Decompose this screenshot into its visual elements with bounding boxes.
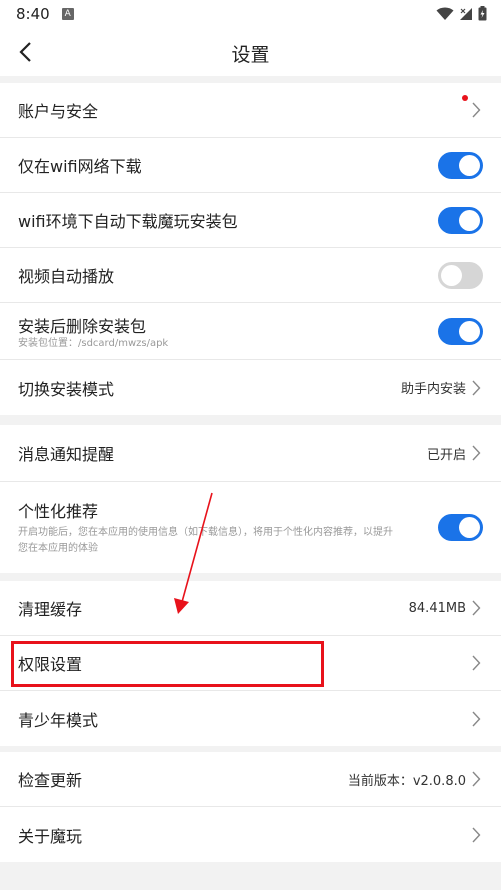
nav-bar: 设置 (0, 28, 501, 76)
chevron-right-icon (472, 600, 481, 616)
row-about[interactable]: 关于魔玩 (0, 807, 501, 862)
video-autoplay-toggle[interactable] (438, 261, 483, 289)
status-bar: 8:40 A (0, 0, 501, 28)
row-clear-cache[interactable]: 清理缓存 84.41MB (0, 581, 501, 636)
annotation-highlight-box (11, 641, 324, 687)
row-account-security[interactable]: 账户与安全 (0, 83, 501, 138)
row-subtitle-line2: 您在本应用的体验 (18, 543, 98, 554)
page-title: 设置 (231, 44, 270, 66)
wifi-auto-download-toggle[interactable] (438, 206, 483, 234)
row-personalized-recommend: 个性化推荐 开启功能后，您在本应用的使用信息（如下载信息），将用于个性化内容推荐… (0, 482, 501, 573)
row-title: 消息通知提醒 (18, 445, 115, 464)
settings-group-notifications: 消息通知提醒 已开启 个性化推荐 开启功能后，您在本应用的使用信息（如下载信息）… (0, 425, 501, 573)
chevron-right-icon (472, 102, 481, 118)
toggle-knob (459, 154, 480, 176)
row-check-update[interactable]: 检查更新 当前版本：v2.0.8.0 (0, 752, 501, 807)
row-delete-after-install: 安装后删除安装包 安装包位置：/sdcard/mwzs/apk (0, 303, 501, 360)
app-notification-icon: A (61, 8, 74, 20)
settings-screen: 8:40 A 设置 账户与安全 仅在wifi网络下载 wifi环境下自动下载魔玩… (0, 0, 501, 890)
row-title: 视频自动播放 (18, 267, 115, 286)
toggle-knob (441, 264, 462, 286)
personalized-recommend-toggle[interactable] (438, 514, 483, 541)
row-subtitle-line1: 开启功能后，您在本应用的使用信息（如下载信息），将用于个性化内容推荐，以提升 (18, 527, 393, 538)
row-title: 个性化推荐 (18, 502, 99, 521)
row-subtitle: 安装包位置：/sdcard/mwzs/apk (18, 338, 169, 349)
chevron-right-icon (472, 827, 481, 842)
row-value: 84.41MB (408, 600, 466, 616)
wifi-icon (436, 7, 454, 20)
toggle-knob (459, 320, 480, 342)
row-value: 助手内安装 (400, 382, 466, 397)
status-icons (436, 6, 487, 21)
row-title: 账户与安全 (18, 102, 99, 121)
row-wifi-auto-download: wifi环境下自动下载魔玩安装包 (0, 193, 501, 248)
battery-icon (478, 6, 487, 21)
row-wifi-only-download: 仅在wifi网络下载 (0, 138, 501, 193)
settings-group-about: 检查更新 当前版本：v2.0.8.0 关于魔玩 (0, 752, 501, 862)
wifi-only-toggle[interactable] (438, 151, 483, 179)
row-message-notification[interactable]: 消息通知提醒 已开启 (0, 425, 501, 482)
row-value: 当前版本：v2.0.8.0 (347, 773, 466, 789)
signal-icon (460, 7, 472, 20)
status-time: 8:40 (16, 5, 50, 23)
chevron-right-icon (472, 445, 481, 461)
row-title: 清理缓存 (18, 600, 83, 619)
row-title: 切换安装模式 (18, 379, 115, 399)
delete-after-install-toggle[interactable] (438, 317, 483, 345)
row-title: 关于魔玩 (18, 826, 83, 846)
row-title: 安装后删除安装包 (18, 317, 147, 336)
row-title: 青少年模式 (18, 710, 99, 730)
toggle-knob (459, 209, 480, 231)
row-title: 仅在wifi网络下载 (18, 157, 142, 176)
chevron-right-icon (472, 380, 481, 395)
row-video-autoplay: 视频自动播放 (0, 248, 501, 303)
row-install-mode[interactable]: 切换安装模式 助手内安装 (0, 360, 501, 415)
row-title: wifi环境下自动下载魔玩安装包 (18, 212, 238, 231)
chevron-right-icon (472, 711, 481, 726)
toggle-knob (459, 517, 480, 538)
row-teen-mode[interactable]: 青少年模式 (0, 691, 501, 746)
chevron-right-icon (472, 655, 481, 671)
settings-group-general: 账户与安全 仅在wifi网络下载 wifi环境下自动下载魔玩安装包 视频自动播放… (0, 83, 501, 415)
row-title: 检查更新 (18, 771, 83, 790)
row-value: 已开启 (426, 447, 466, 463)
notification-dot-icon (462, 95, 468, 101)
chevron-right-icon (472, 771, 481, 787)
